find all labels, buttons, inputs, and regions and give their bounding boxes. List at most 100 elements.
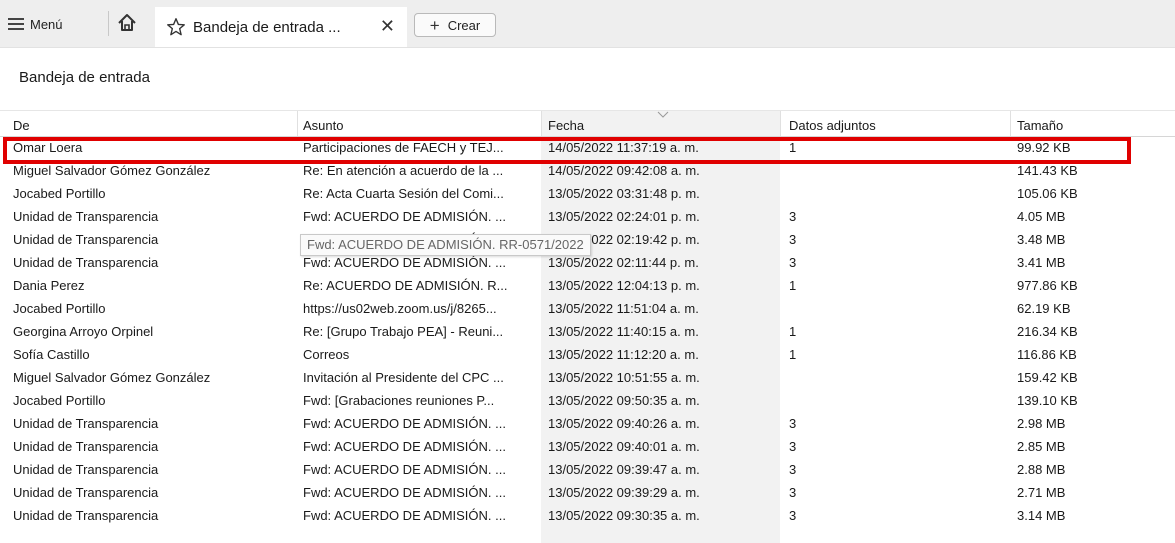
column-header-date[interactable]: Fecha [548, 118, 584, 133]
table-row[interactable]: Unidad de Transparencia Fwd: ACUERDO DE A… [0, 205, 1175, 228]
column-header-from[interactable]: De [13, 118, 30, 133]
table-row[interactable]: Sofía Castillo Correos 13/05/2022 11:12:20… [0, 343, 1175, 366]
date-cell: 14/05/2022 11:37:19 a. m. [548, 140, 699, 155]
from-cell: Georgina Arroyo Orpinel [13, 324, 154, 339]
subject-cell: Fwd: ACUERDO DE ADMISIÓN. ... [303, 416, 506, 431]
date-cell: 13/05/2022 09:30:35 a. m. [548, 508, 700, 523]
star-icon[interactable] [165, 16, 187, 38]
column-header-attachments[interactable]: Datos adjuntos [789, 118, 876, 133]
subject-cell: Fwd: ACUERDO DE ADMISIÓN. ... [303, 485, 506, 500]
attachments-cell: 1 [789, 324, 797, 339]
from-cell: Jocabed Portillo [13, 301, 106, 316]
page-title: Bandeja de entrada [19, 69, 150, 86]
size-cell: 62.19 KB [1017, 301, 1071, 316]
size-cell: 3.41 MB [1017, 255, 1066, 270]
menu-label: Menú [30, 16, 63, 32]
column-divider[interactable] [541, 111, 542, 136]
from-cell: Sofía Castillo [13, 347, 90, 362]
from-cell: Miguel Salvador Gómez González [13, 163, 211, 178]
hamburger-icon [8, 18, 24, 30]
from-cell: Jocabed Portillo [13, 393, 106, 408]
create-button[interactable]: + Crear [414, 13, 496, 37]
date-cell: 13/05/2022 10:51:55 a. m. [548, 370, 700, 385]
from-cell: Omar Loera [13, 140, 83, 155]
home-icon [118, 14, 136, 31]
column-divider[interactable] [1010, 111, 1011, 136]
subject-cell: Fwd: ACUERDO DE ADMISIÓN. ... [303, 439, 506, 454]
attachments-cell: 3 [789, 255, 797, 270]
attachments-cell: 3 [789, 209, 797, 224]
subject-cell: Invitación al Presidente del CPC ... [303, 370, 504, 385]
attachments-cell: 3 [789, 462, 797, 477]
subject-cell: Re: ACUERDO DE ADMISIÓN. R... [303, 278, 508, 293]
sort-descending-icon [657, 111, 669, 118]
from-cell: Dania Perez [13, 278, 85, 293]
column-header-subject[interactable]: Asunto [303, 118, 343, 133]
column-header-size[interactable]: Tamaño [1017, 118, 1063, 133]
date-cell: 13/05/2022 11:12:20 a. m. [548, 347, 699, 362]
date-cell: 13/05/2022 11:51:04 a. m. [548, 301, 699, 316]
subject-cell: Correos [303, 347, 350, 362]
close-icon[interactable]: ✕ [380, 16, 395, 37]
size-cell: 2.85 MB [1017, 439, 1066, 454]
date-cell: 13/05/2022 12:04:13 p. m. [548, 278, 700, 293]
date-cell: 13/05/2022 11:40:15 a. m. [548, 324, 699, 339]
column-divider[interactable] [780, 111, 781, 136]
column-divider[interactable] [297, 111, 298, 136]
attachments-cell: 1 [789, 140, 797, 155]
table-row[interactable]: Dania Perez Re: ACUERDO DE ADMISIÓN. R...… [0, 274, 1175, 297]
table-row[interactable]: Unidad de Transparencia Fwd: ACUERDO DE A… [0, 481, 1175, 504]
date-cell: 13/05/2022 02:11:44 p. m. [548, 255, 699, 270]
table-row[interactable]: Unidad de Transparencia Fwd: ACUERDO DE A… [0, 504, 1175, 527]
subject-cell: https://us02web.zoom.us/j/8265... [303, 301, 497, 316]
attachments-cell: 3 [789, 485, 797, 500]
date-cell: 14/05/2022 09:42:08 a. m. [548, 163, 700, 178]
size-cell: 139.10 KB [1017, 393, 1078, 408]
subject-tooltip: Fwd: ACUERDO DE ADMISIÓN. RR-0571/2022 [300, 234, 591, 256]
home-button[interactable] [116, 11, 138, 35]
subject-cell: Fwd: ACUERDO DE ADMISIÓN. ... [303, 209, 506, 224]
attachments-cell: 3 [789, 439, 797, 454]
size-cell: 141.43 KB [1017, 163, 1078, 178]
table-row[interactable]: Unidad de Transparencia Fwd: ACUERDO DE A… [0, 412, 1175, 435]
table-row[interactable]: Unidad de Transparencia Fwd: ACUERDO DE A… [0, 458, 1175, 481]
subject-cell: Fwd: [Grabaciones reuniones P... [303, 393, 495, 408]
tab-title: Bandeja de entrada ... [193, 18, 341, 36]
column-header-row: De Asunto Fecha Datos adjuntos Tamaño [0, 110, 1175, 137]
size-cell: 99.92 KB [1017, 140, 1071, 155]
menu-button[interactable]: Menú [8, 13, 63, 35]
size-cell: 105.06 KB [1017, 186, 1078, 201]
table-row[interactable]: Jocabed Portillo https://us02web.zoom.us/… [0, 297, 1175, 320]
date-cell: 13/05/2022 09:40:26 a. m. [548, 416, 700, 431]
table-row[interactable]: Unidad de Transparencia Fwd: ACUERDO DE A… [0, 435, 1175, 458]
from-cell: Unidad de Transparencia [13, 462, 159, 477]
attachments-cell: 3 [789, 416, 797, 431]
plus-icon: + [429, 15, 440, 35]
table-row[interactable]: Jocabed Portillo Re: Acta Cuarta Sesión d… [0, 182, 1175, 205]
subject-cell: Participaciones de FAECH y TEJ... [303, 140, 504, 155]
from-cell: Unidad de Transparencia [13, 439, 159, 454]
table-row[interactable]: Georgina Arroyo Orpinel Re: [Grupo Trabaj… [0, 320, 1175, 343]
date-cell: 13/05/2022 09:40:01 a. m. [548, 439, 700, 454]
table-row[interactable]: Omar Loera Participaciones de FAECH y TEJ… [0, 136, 1175, 159]
from-cell: Jocabed Portillo [13, 186, 106, 201]
from-cell: Unidad de Transparencia [13, 255, 159, 270]
size-cell: 2.88 MB [1017, 462, 1066, 477]
table-row[interactable]: Jocabed Portillo Fwd: [Grabaciones reunio… [0, 389, 1175, 412]
attachments-cell: 3 [789, 508, 797, 523]
from-cell: Unidad de Transparencia [13, 209, 159, 224]
from-cell: Unidad de Transparencia [13, 232, 159, 247]
date-cell: 13/05/2022 03:31:48 p. m. [548, 186, 700, 201]
size-cell: 4.05 MB [1017, 209, 1066, 224]
size-cell: 159.42 KB [1017, 370, 1078, 385]
subject-cell: Fwd: ACUERDO DE ADMISIÓN. ... [303, 508, 506, 523]
date-cell: 13/05/2022 09:39:29 a. m. [548, 485, 700, 500]
subject-cell: Re: Acta Cuarta Sesión del Comi... [303, 186, 504, 201]
subject-cell: Re: En atención a acuerdo de la ... [303, 163, 504, 178]
date-cell: 13/05/2022 02:24:01 p. m. [548, 209, 700, 224]
size-cell: 3.48 MB [1017, 232, 1066, 247]
tab-inbox[interactable]: Bandeja de entrada ... ✕ [155, 7, 407, 47]
size-cell: 3.14 MB [1017, 508, 1066, 523]
table-row[interactable]: Miguel Salvador Gómez González Re: En ate… [0, 159, 1175, 182]
table-row[interactable]: Miguel Salvador Gómez González Invitación… [0, 366, 1175, 389]
